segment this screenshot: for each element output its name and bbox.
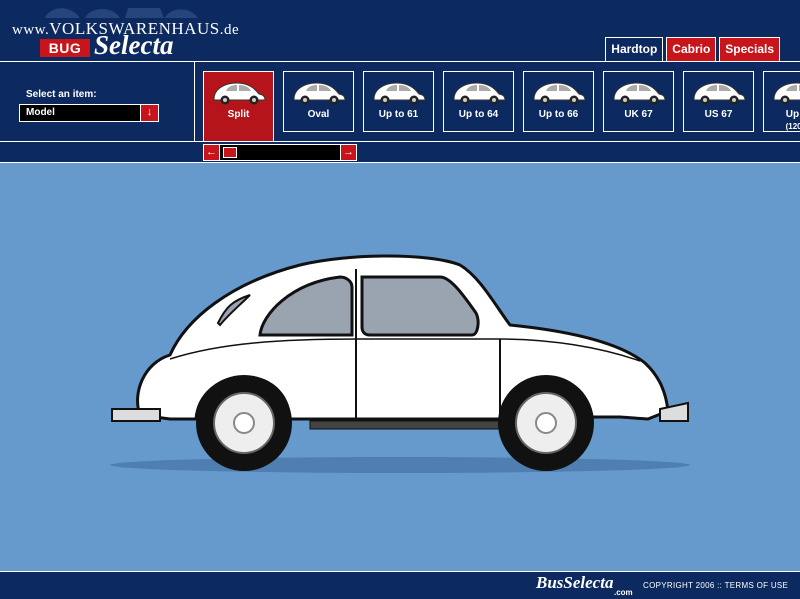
model-item-oval[interactable]: Oval [283,71,354,132]
item-dropdown-value: Model [26,107,55,118]
model-item-label: Up to 64 [458,109,499,120]
beetle-thumbnail-icon [373,82,426,105]
model-item-sublabel: (1200 r [785,122,800,131]
copyright-text: COPYRIGHT 2006 :: TERMS OF USE [643,581,788,590]
beetle-thumbnail-icon [533,82,586,105]
scrollbar-thumb[interactable] [223,147,237,158]
item-select-panel: Select an item: Model ↓ [0,62,195,141]
footer: BusSelecta .com COPYRIGHT 2006 :: TERMS … [0,571,800,599]
right-arrow-icon[interactable]: → [340,145,356,160]
select-item-label: Select an item: [26,89,97,100]
model-item-label: UK 67 [624,109,653,120]
left-arrow-icon[interactable]: ← [204,145,220,160]
scroll-row: ← → [0,142,800,163]
model-list: Split Oval Up to 61 Up to 64 Up to 66 UK… [203,71,800,142]
selecta-wordmark: Selecta [94,30,174,60]
model-item-split[interactable]: Split [203,71,274,142]
car-stage [0,163,800,571]
beetle-thumbnail-icon [613,82,666,105]
beetle-split-illustration [110,254,690,473]
model-item-label: US 67 [704,109,733,120]
selector-bar: Select an item: Model ↓ Split Oval Up to… [0,61,800,142]
model-item-up-to-66[interactable]: Up to 66 [523,71,594,132]
copyright-label: COPYRIGHT 2006 :: [643,581,725,590]
model-item-up-to-64[interactable]: Up to 64 [443,71,514,132]
model-item-label: Up to 66 [538,109,579,120]
model-item-label: Up to [785,109,800,120]
tab-cabrio[interactable]: Cabrio [666,37,717,62]
model-item-label: Up to 61 [378,109,419,120]
beetle-thumbnail-icon [293,82,346,105]
model-item-label: Split [227,109,250,120]
beetle-thumbnail-icon [453,82,506,105]
tab-hardtop[interactable]: Hardtop [605,37,664,62]
model-item-uk-67[interactable]: UK 67 [603,71,674,132]
tab-specials[interactable]: Specials [719,37,780,62]
car-silhouettes-icon [45,8,198,18]
busselecta-logo[interactable]: BusSelecta [536,573,613,593]
down-arrow-icon[interactable]: ↓ [140,105,158,121]
logo-suffix: .de [219,22,240,38]
model-item-up-to-1200[interactable]: Up to (1200 r [763,71,800,132]
beetle-thumbnail-icon [773,82,800,105]
terms-of-use-link[interactable]: TERMS OF USE [725,581,789,590]
model-scrollbar[interactable]: ← → [203,144,357,161]
item-dropdown[interactable]: Model ↓ [19,104,159,122]
header: www.VOLKSWARENHAUS.de BUG Selecta Hardto… [0,0,800,62]
beetle-thumbnail-icon [213,82,266,105]
category-tabs: Hardtop Cabrio Specials [605,37,780,62]
model-item-up-to-61[interactable]: Up to 61 [363,71,434,132]
logo-prefix: www. [12,22,50,38]
model-item-us-67[interactable]: US 67 [683,71,754,132]
model-item-label: Oval [307,109,330,120]
beetle-thumbnail-icon [693,82,746,105]
bug-badge: BUG [40,39,90,57]
busselecta-dotcom: .com [614,588,633,597]
